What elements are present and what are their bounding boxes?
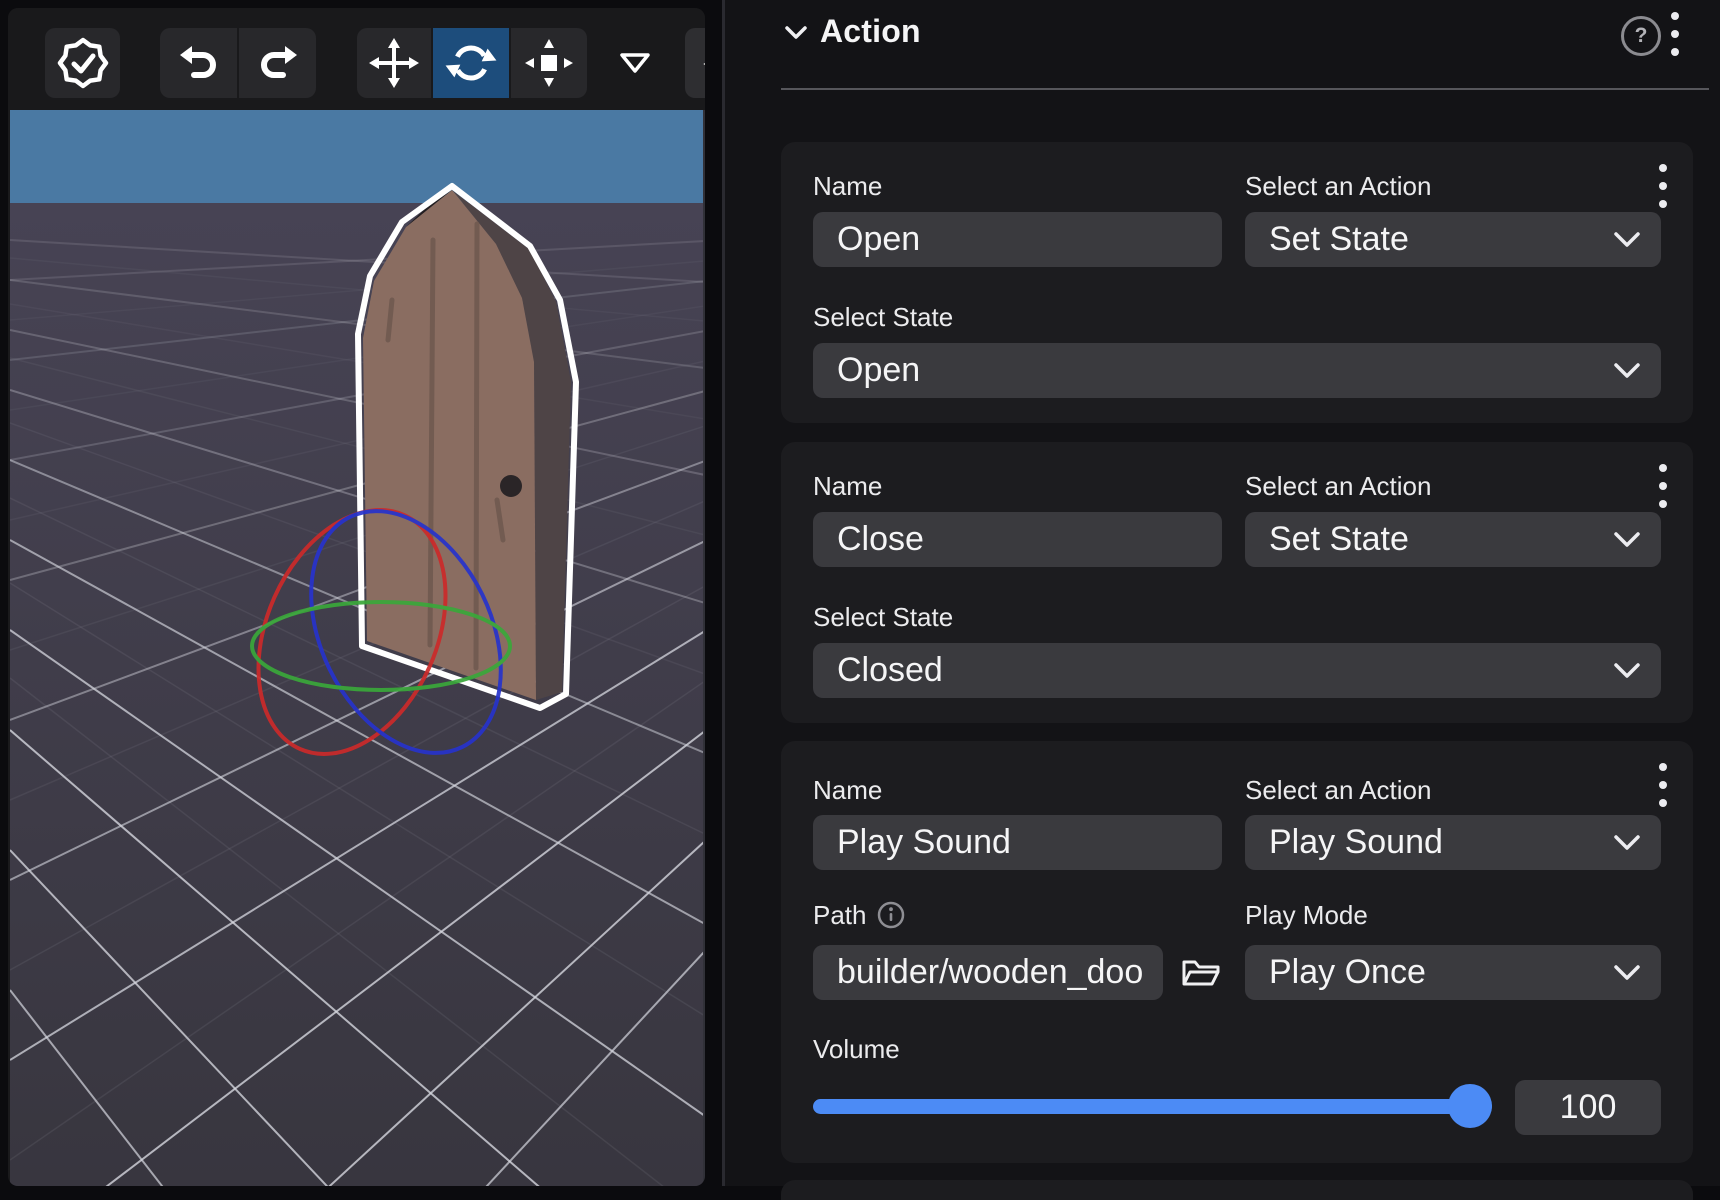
play-mode-select[interactable]: Play Once [1245,945,1661,1000]
chevron-down-icon [1613,835,1641,851]
volume-value: 100 [1560,1088,1617,1127]
name-input[interactable]: Close [813,512,1222,567]
chevron-down-icon [1613,663,1641,679]
path-input[interactable]: builder/wooden_doo [813,945,1163,1000]
3d-scene [10,110,703,1186]
action-select[interactable]: Set State [1245,212,1661,267]
triangle-down-icon [617,50,653,76]
name-value: Open [837,220,920,259]
action-panel: Action ? Name Open Select an Action Set … [722,0,1720,1186]
viewport-toolbar [8,8,705,110]
chevron-down-icon [1613,363,1641,379]
action-card-open: Name Open Select an Action Set State Sel… [781,142,1693,423]
state-value: Closed [837,651,943,690]
action-select[interactable]: Play Sound [1245,815,1661,870]
panel-menu-button[interactable] [1667,8,1683,60]
scene-canvas[interactable] [10,110,705,1186]
action-label: Select an Action [1245,170,1431,202]
name-label: Name [813,470,882,502]
name-input[interactable]: Play Sound [813,815,1222,870]
name-value: Play Sound [837,823,1011,862]
badge-check-icon [55,35,111,91]
sky [10,110,703,203]
undo-button[interactable] [160,28,237,98]
state-label: Select State [813,601,953,633]
card-menu-button[interactable] [1655,160,1671,212]
action-label: Select an Action [1245,774,1431,806]
card-menu-button[interactable] [1655,759,1671,811]
side-panel-toggle-button[interactable] [685,28,705,98]
header-divider [781,88,1709,90]
path-value: builder/wooden_doo [837,953,1143,992]
undo-icon [176,42,222,84]
app-root: { "viewport": { "toolbar": { "buttons": … [0,0,1720,1186]
action-card-close: Name Close Select an Action Set State Se… [781,442,1693,723]
chevron-down-icon [1613,965,1641,981]
help-glyph: ? [1635,24,1648,48]
move-icon [367,36,421,90]
action-card-play-sound: Name Play Sound Select an Action Play So… [781,741,1693,1163]
volume-slider-thumb[interactable] [1448,1084,1492,1128]
name-label: Name [813,774,882,806]
volume-value-box[interactable]: 100 [1515,1080,1661,1135]
state-select[interactable]: Closed [813,643,1661,698]
scale-icon [522,36,576,90]
state-select[interactable]: Open [813,343,1661,398]
path-label: Path [813,899,905,931]
action-value: Set State [1269,220,1409,259]
chevron-down-icon [1613,532,1641,548]
state-label: Select State [813,301,953,333]
redo-icon [255,42,301,84]
play-mode-label: Play Mode [1245,899,1368,931]
card-menu-button[interactable] [1655,460,1671,512]
volume-label: Volume [813,1033,900,1065]
chevron-down-icon[interactable] [784,25,808,41]
redo-button[interactable] [239,28,316,98]
viewport-window [8,8,705,1186]
chevron-down-icon [1613,232,1641,248]
play-mode-value: Play Once [1269,953,1426,992]
view-options-button[interactable] [608,28,662,98]
scale-tool-button[interactable] [511,28,587,98]
squiggle-icon [698,35,705,91]
settings-button[interactable] [45,28,120,98]
volume-slider[interactable] [813,1099,1492,1114]
info-icon[interactable] [877,901,905,929]
folder-browse-icon[interactable] [1180,953,1222,993]
state-value: Open [837,351,920,390]
action-value: Set State [1269,520,1409,559]
door-knob [500,475,522,497]
action-card-next-partial [781,1180,1693,1200]
name-value: Close [837,520,924,559]
move-tool-button[interactable] [357,28,431,98]
action-value: Play Sound [1269,823,1443,862]
action-select[interactable]: Set State [1245,512,1661,567]
action-label: Select an Action [1245,470,1431,502]
name-label: Name [813,170,882,202]
door-object[interactable] [358,186,576,708]
path-label-text: Path [813,899,867,931]
rotate-icon [444,36,498,90]
panel-title: Action [820,13,921,50]
rotate-tool-button[interactable] [433,28,509,98]
name-input[interactable]: Open [813,212,1222,267]
help-button[interactable]: ? [1621,16,1661,56]
